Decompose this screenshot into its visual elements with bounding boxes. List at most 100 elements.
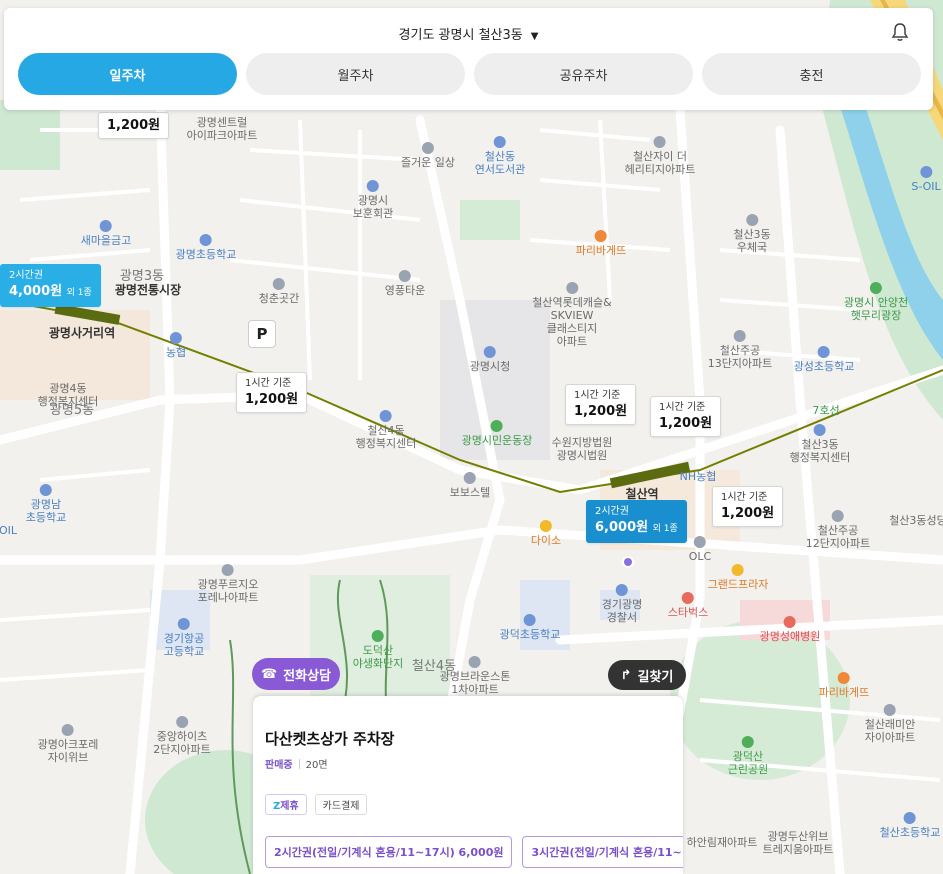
bakery-icon	[594, 230, 607, 242]
apartment-icon	[883, 704, 896, 716]
place-icon	[272, 278, 285, 290]
apartment-icon	[565, 282, 578, 294]
turn-right-icon: ↱	[620, 667, 632, 683]
price-value: 1,200원	[721, 506, 775, 521]
partner-tag: Z제휴	[265, 794, 307, 815]
map-label-building: 경기광명 경찰서	[602, 584, 642, 624]
price-marker-selected[interactable]: 2시간권 6,000원 외 1종	[586, 500, 687, 543]
category-tabs: 일주차 월주차 공유주차 충전	[18, 53, 921, 95]
map-label-place: 즐거운 일상	[401, 142, 455, 169]
map-label-bank: 농협	[166, 332, 186, 359]
parking-lot-sheet[interactable]: 다산켓츠상가 주차장 판매중 20면 Z제휴 카드결제 2시간권(전일/기계식 …	[253, 696, 683, 874]
call-button-label: 전화상담	[283, 668, 332, 684]
map-label-apartment: 철산래미안 자이아파트	[865, 704, 915, 744]
map-label-apartment: 광명센트럴 아이파크아파트	[186, 116, 258, 142]
price-marker[interactable]: 2시간권 4,000원 외 1종	[0, 264, 101, 307]
caret-down-icon: ▼	[530, 31, 539, 42]
price-type: 2시간권	[595, 506, 629, 517]
price-value: 6,000원 외 1종	[595, 520, 678, 535]
police-icon	[615, 584, 628, 596]
building-icon	[379, 410, 392, 422]
map-label-area: 광명3동	[119, 269, 165, 284]
school-icon	[39, 484, 52, 496]
price-value: 1,200원	[245, 392, 299, 407]
apartment-icon	[221, 564, 234, 576]
map-label-gas: S-OIL	[911, 166, 941, 193]
map-label-building: 광명시 보훈회관	[353, 180, 393, 220]
map-label-bakery: 파리바게뜨	[819, 672, 869, 699]
map-label-park: 광명시 안양천 햇무리광장	[844, 282, 908, 322]
map-label-gas: OIL	[0, 524, 18, 537]
store-icon	[694, 536, 706, 548]
parking-marker[interactable]: P	[248, 320, 276, 348]
lot-status-row: 판매중 20면	[265, 756, 328, 771]
price-type: 1시간 기준	[659, 402, 706, 413]
tab-monthly[interactable]: 월주차	[246, 53, 465, 95]
call-consult-button[interactable]: ☎ 전화상담	[252, 658, 340, 690]
store-icon	[731, 564, 744, 576]
ticket-option[interactable]: 2시간권(전일/기계식 혼용/11~17시) 6,000원	[265, 836, 513, 868]
map-label-store: 다이소	[531, 520, 561, 547]
map-label-building: 보보스텔	[450, 472, 490, 499]
price-type: 2시간권	[9, 270, 43, 281]
map-label-bakery: 파리바게뜨	[576, 230, 626, 257]
price-type: 1시간 기준	[245, 378, 292, 389]
price-marker[interactable]: 1시간 기준 1,200원	[650, 396, 722, 437]
tab-charging[interactable]: 충전	[702, 53, 921, 95]
map-label-school: 광명초등학교	[176, 234, 236, 261]
card-payment-tag: 카드결제	[314, 794, 368, 815]
building-icon	[483, 346, 496, 358]
map-label-cafe: 스타벅스	[668, 592, 708, 619]
price-marker[interactable]: 1시간 기준 1,200원	[565, 384, 637, 425]
map-label-area: 광명5동	[49, 403, 95, 418]
school-icon	[817, 346, 830, 358]
map-label-library: 철산동 연서도서관	[475, 136, 525, 176]
map-label-school: 광성초등학교	[794, 346, 854, 373]
map-label-post: 철산3동 우체국	[733, 214, 771, 254]
map-label-building: 철산3동 행정복지센터	[790, 424, 850, 464]
price-marker[interactable]: 1시간 기준 1,200원	[236, 372, 308, 413]
map-label-bank: NH농협	[679, 470, 717, 483]
location-selector[interactable]: 경기도 광명시 철산3동 ▼	[4, 24, 933, 43]
apartment-icon	[654, 136, 666, 148]
park-icon	[741, 736, 754, 748]
price-marker[interactable]: 1시간 기준 1,200원	[712, 486, 784, 527]
tab-daily[interactable]: 일주차	[18, 53, 237, 95]
school-icon	[903, 812, 916, 824]
bell-icon[interactable]	[891, 22, 909, 42]
map-label-apartment: 중앙하이츠 2단지아파트	[153, 716, 211, 756]
price-type: 1시간 기준	[574, 390, 621, 401]
map-label-apartment: 광명브라운스톤 1차아파트	[440, 656, 510, 696]
map-label-park: 광명시민운동장	[462, 420, 532, 447]
map-label-school: 광명남 초등학교	[26, 484, 66, 524]
map-label-store: OLC	[689, 536, 711, 563]
map-label-apartment: 하안림재아파트	[686, 836, 758, 849]
school-icon	[199, 234, 212, 246]
map-label-apartment: 광명푸르지오 포레나아파트	[198, 564, 258, 604]
map-label-station: 광명사거리역	[48, 326, 116, 340]
directions-button[interactable]: ↱ 길찾기	[608, 660, 686, 690]
divider	[298, 758, 300, 769]
tab-shared[interactable]: 공유주차	[474, 53, 693, 95]
price-marker[interactable]: 1,200원	[98, 112, 170, 139]
building-icon	[813, 424, 826, 436]
map-label-park: 도덕산 야생화단지	[353, 630, 403, 670]
map-label-apartment: 광명아크포레 자이위브	[38, 724, 98, 764]
space-count: 20면	[305, 760, 328, 771]
map-label-park: 광덕산 근린공원	[728, 736, 768, 776]
map-label-school: 경기항공 고등학교	[164, 618, 204, 658]
price-value: 1,200원	[659, 416, 713, 431]
map-label-store: 그랜드프라자	[708, 564, 768, 591]
ticket-list: 2시간권(전일/기계식 혼용/11~17시) 6,000원 3시간권(전일/기계…	[265, 836, 683, 868]
building-icon	[463, 472, 476, 484]
map-label-apartment: 철산주공 13단지아파트	[708, 330, 772, 370]
map-label-building: 영풍타운	[385, 270, 425, 297]
ticket-option[interactable]: 3시간권(전일/기계식 혼용/11~17	[522, 836, 683, 868]
map-label-school: 광덕초등학교	[500, 614, 560, 641]
map-label-building: 광명시청	[470, 346, 510, 373]
school-icon	[523, 614, 536, 626]
status-badge: 판매중	[265, 760, 293, 771]
map-label-building: 철산4동 행정복지센터	[356, 410, 416, 450]
park-icon	[371, 630, 384, 642]
bakery-icon	[837, 672, 850, 684]
